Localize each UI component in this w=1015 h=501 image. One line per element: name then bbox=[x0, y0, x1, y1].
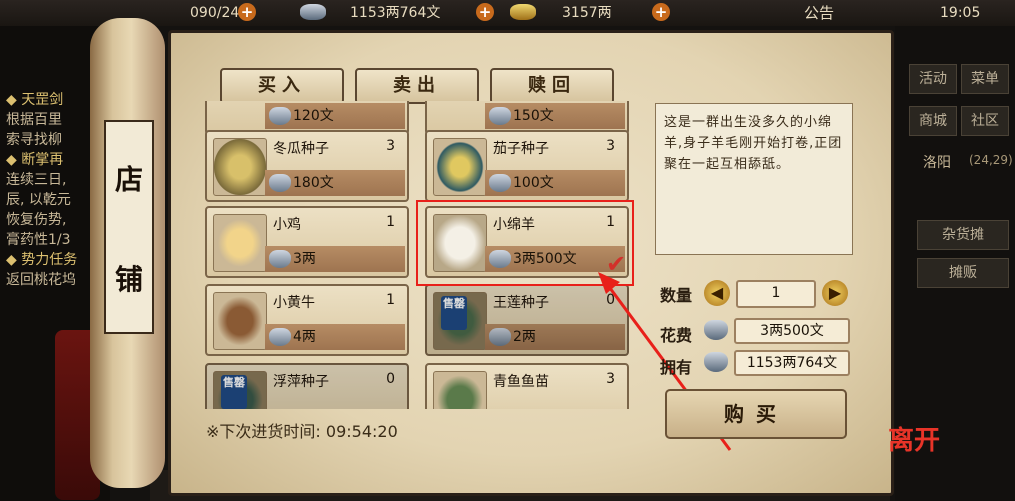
grocery-stall-button[interactable]: 杂货摊 bbox=[917, 220, 1009, 250]
shop-title-plaque: 店 铺 bbox=[104, 120, 154, 334]
item-name: 浮萍种子 bbox=[273, 374, 329, 390]
bag-plus-button[interactable]: + bbox=[238, 3, 256, 21]
clock: 19:05 bbox=[940, 5, 981, 21]
quest-text: 恢复伤势, bbox=[6, 212, 67, 228]
item-name: 茄子种子 bbox=[493, 141, 549, 157]
silver-coin-icon bbox=[269, 250, 291, 268]
gold-ingot-icon bbox=[510, 4, 536, 20]
calf-icon bbox=[213, 292, 267, 350]
quantity-input[interactable]: 1 bbox=[736, 280, 816, 308]
location-name: 洛阳 bbox=[923, 155, 951, 171]
restock-label: ※下次进货时间: bbox=[206, 422, 321, 441]
item-description-box: 这是一群出生没多久的小绵羊,身子羊毛刚开始打卷,正团聚在一起互相舔舐。 bbox=[655, 103, 853, 255]
quest-text: 索寻找柳 bbox=[6, 132, 62, 148]
sold-out-seal: 售罄 bbox=[221, 375, 247, 409]
increase-quantity-button[interactable]: ▶ bbox=[822, 280, 848, 306]
item-name: 冬瓜种子 bbox=[273, 141, 329, 157]
item-quantity: 1 bbox=[386, 214, 395, 230]
top-hud: 090/240 + 1153两764文 + 3157两 + 公告 19:05 bbox=[0, 0, 1015, 26]
silver-coin-icon bbox=[704, 320, 728, 340]
item-quantity: 3 bbox=[386, 138, 395, 154]
shop-title-char: 店 bbox=[114, 163, 143, 196]
eggplant-seed-icon bbox=[433, 138, 487, 196]
silver-coin-icon bbox=[269, 174, 291, 192]
silver-plus-button[interactable]: + bbox=[476, 3, 494, 21]
quest-text: 返回桃花坞 bbox=[6, 272, 76, 288]
silver-coin-icon bbox=[489, 174, 511, 192]
price-bar: 120文 bbox=[265, 103, 405, 129]
cost-label: 花费 bbox=[660, 326, 693, 345]
decrease-quantity-button[interactable]: ◀ bbox=[704, 280, 730, 306]
item-price: 180文 bbox=[293, 175, 334, 191]
community-button[interactable]: 社区 bbox=[961, 106, 1009, 136]
quest-text: 连续三日, bbox=[6, 172, 67, 188]
silver-coin-icon bbox=[489, 107, 511, 125]
item-name: 小鸡 bbox=[273, 217, 301, 233]
silver-coin-icon bbox=[300, 4, 326, 20]
silver-amount: 1153两764文 bbox=[350, 5, 441, 21]
silver-coin-icon bbox=[269, 107, 291, 125]
item-name: 王莲种子 bbox=[493, 295, 549, 311]
quantity-label: 数量 bbox=[660, 286, 693, 305]
item-card[interactable]: 冬瓜种子 3 180文 bbox=[205, 130, 409, 202]
vendor-button[interactable]: 摊贩 bbox=[917, 258, 1009, 288]
item-card[interactable]: 小黄牛 1 4两 bbox=[205, 284, 409, 356]
item-quantity: 0 bbox=[386, 371, 395, 387]
chick-icon bbox=[213, 214, 267, 272]
menu-button[interactable]: 菜单 bbox=[961, 64, 1009, 94]
item-quantity: 3 bbox=[606, 138, 615, 154]
winter-melon-seed-icon bbox=[213, 138, 267, 196]
gold-plus-button[interactable]: + bbox=[652, 3, 670, 21]
quest-text: 膏药性1/3 bbox=[6, 232, 71, 248]
price-bar: 150文 bbox=[485, 103, 625, 129]
activity-button[interactable]: 活动 bbox=[909, 64, 957, 94]
sold-out-seal: 售罄 bbox=[441, 296, 467, 330]
quest-text: 根据百里 bbox=[6, 112, 62, 128]
gold-amount: 3157两 bbox=[562, 5, 612, 21]
quest-text: 辰, 以乾元 bbox=[6, 192, 71, 208]
mall-button[interactable]: 商城 bbox=[909, 106, 957, 136]
price-bar: 3两 bbox=[265, 246, 405, 272]
buy-button[interactable]: 购买 bbox=[665, 389, 847, 439]
item-name: 青鱼鱼苗 bbox=[493, 374, 549, 390]
item-description: 这是一群出生没多久的小绵羊,身子羊毛刚开始打卷,正团聚在一起互相舔舐。 bbox=[664, 115, 843, 172]
notice-button[interactable]: 公告 bbox=[804, 2, 834, 24]
item-card-sold-out[interactable]: 售罄 浮萍种子 0 bbox=[205, 363, 409, 409]
price-bar: 4两 bbox=[265, 324, 405, 350]
restock-time: 09:54:20 bbox=[325, 422, 398, 441]
item-price: 100文 bbox=[513, 175, 554, 191]
quest-title[interactable]: ◆ 断掌再 bbox=[6, 150, 63, 170]
silver-coin-icon bbox=[489, 328, 511, 346]
item-quantity: 1 bbox=[386, 292, 395, 308]
tab-buy[interactable]: 买入 bbox=[220, 68, 344, 104]
item-price: 150文 bbox=[513, 108, 554, 124]
item-price: 4两 bbox=[293, 329, 316, 345]
quest-title[interactable]: ◆ 势力任务 bbox=[6, 250, 77, 270]
restock-timer: ※下次进货时间: 09:54:20 bbox=[206, 418, 398, 442]
fish-fry-icon bbox=[433, 371, 487, 409]
item-card[interactable]: 茄子种子 3 100文 bbox=[425, 130, 629, 202]
item-name: 小黄牛 bbox=[273, 295, 315, 311]
item-price: 3两 bbox=[293, 251, 316, 267]
owned-value: 1153两764文 bbox=[734, 350, 850, 376]
leave-button[interactable]: 离开 bbox=[888, 420, 940, 457]
owned-label: 拥有 bbox=[660, 358, 693, 377]
silver-coin-icon bbox=[269, 328, 291, 346]
shop-title-char: 铺 bbox=[114, 263, 143, 296]
cost-value: 3两500文 bbox=[734, 318, 850, 344]
tab-sell[interactable]: 卖出 bbox=[355, 68, 479, 104]
item-card[interactable]: 小鸡 1 3两 bbox=[205, 206, 409, 278]
tab-redeem[interactable]: 赎回 bbox=[490, 68, 614, 104]
item-price: 2两 bbox=[513, 329, 536, 345]
price-bar: 180文 bbox=[265, 170, 405, 196]
item-price: 120文 bbox=[293, 108, 334, 124]
location-coords: (24,29) bbox=[969, 153, 1013, 167]
silver-coin-icon bbox=[704, 352, 728, 372]
quest-title[interactable]: ◆ 天罡剑 bbox=[6, 90, 63, 110]
price-bar: 100文 bbox=[485, 170, 625, 196]
